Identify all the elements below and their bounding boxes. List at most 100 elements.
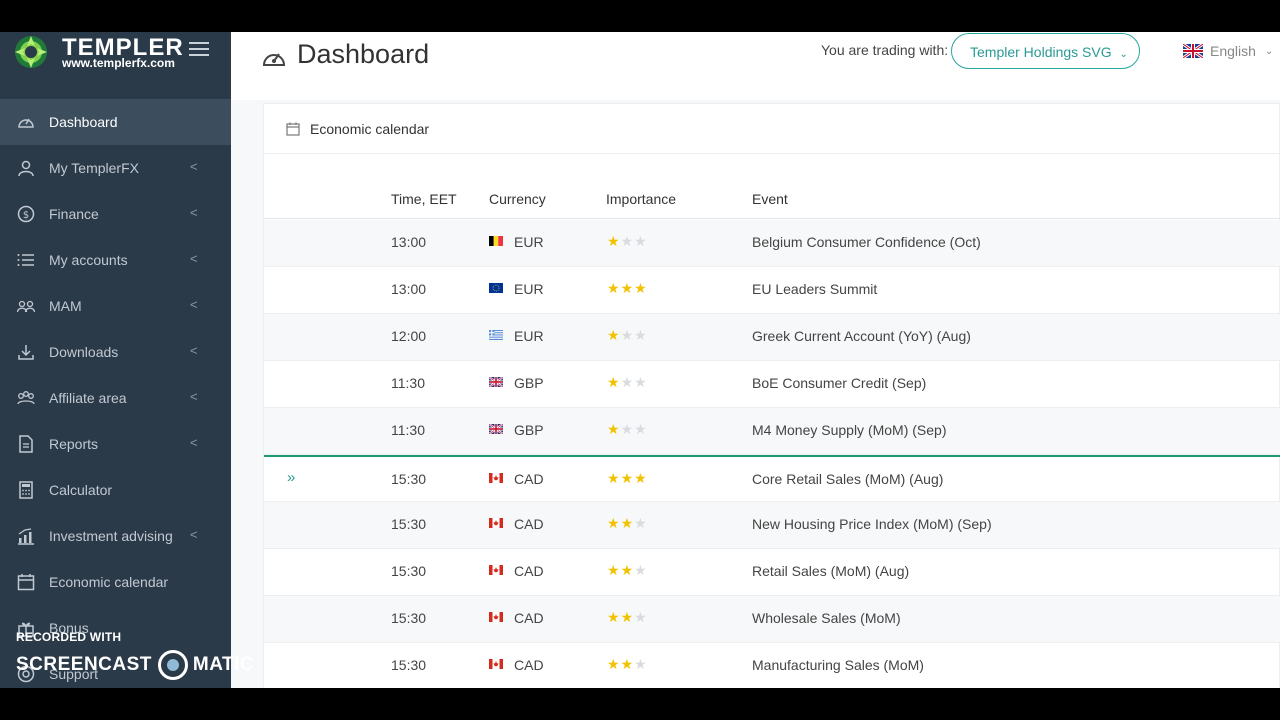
chevron-left-icon: < — [190, 343, 198, 358]
sidebar-item-calculator[interactable]: Calculator — [0, 467, 231, 513]
svg-text:$: $ — [23, 210, 29, 221]
row-time: 15:30 — [391, 516, 427, 532]
table-row[interactable]: 13:00 EUR ★★★ EU Leaders Summit — [264, 267, 1280, 314]
sidebar-item-label: Economic calendar — [49, 574, 169, 590]
row-event: Greek Current Account (YoY) (Aug) — [752, 328, 971, 344]
belgium-flag-icon — [489, 236, 503, 246]
importance-stars: ★★★ — [607, 470, 648, 487]
current-row-marker: » — [287, 469, 296, 486]
chevron-left-icon: < — [190, 205, 198, 220]
star-icon: ★ — [634, 327, 648, 343]
star-icon: ★ — [634, 374, 648, 390]
column-currency: Currency — [489, 191, 546, 207]
table-header: Time, EET Currency Importance Event — [264, 184, 1280, 219]
row-currency: EUR — [514, 281, 544, 297]
brand-url: www.templerfx.com — [62, 56, 175, 70]
brand[interactable]: TEMPLER www.templerfx.com — [0, 32, 231, 100]
list-icon — [17, 254, 34, 266]
sidebar-item-downloads[interactable]: Downloads < — [0, 329, 231, 375]
table-row[interactable]: 12:00 EUR ★★★ Greek Current Account (YoY) (… — [264, 314, 1280, 361]
sidebar-item-reports[interactable]: Reports < — [0, 421, 231, 467]
star-icon: ★ — [607, 233, 621, 249]
broker-select-value: Templer Holdings SVG — [970, 44, 1112, 60]
sidebar-item-label: My accounts — [49, 252, 128, 268]
canada-flag-icon — [489, 659, 503, 669]
row-time: 15:30 — [391, 563, 427, 579]
sidebar-item-my-templerfx[interactable]: My TemplerFX < — [0, 145, 231, 191]
star-icon: ★ — [620, 327, 635, 343]
sidebar-item-mam[interactable]: MAM < — [0, 283, 231, 329]
sidebar-item-my-accounts[interactable]: My accounts < — [0, 237, 231, 283]
row-time: 13:00 — [391, 281, 427, 297]
star-icon: ★ — [607, 609, 621, 625]
screencast-logo-icon — [157, 650, 188, 680]
star-icon: ★ — [607, 374, 621, 390]
group-icon — [17, 300, 35, 313]
row-currency: EUR — [514, 234, 544, 250]
page-title: Dashboard — [297, 39, 430, 69]
star-icon: ★ — [634, 562, 648, 578]
sidebar-item-investment-advising[interactable]: Investment advising < — [0, 513, 231, 559]
importance-stars: ★★★ — [607, 327, 648, 344]
chevron-left-icon: < — [190, 251, 198, 266]
sidebar-item-label: Reports — [49, 436, 99, 452]
calendar-icon — [17, 574, 35, 591]
menu-toggle-icon[interactable] — [189, 42, 209, 58]
table-row[interactable]: 11:30 GBP ★★★ BoE Consumer Credit (Sep) — [264, 361, 1280, 408]
star-icon: ★ — [620, 609, 635, 625]
sidebar: TEMPLER www.templerfx.com Dashboard My Te… — [0, 32, 254, 688]
sidebar-item-affiliate-area[interactable]: Affiliate area < — [0, 375, 231, 421]
sidebar-item-label: Calculator — [49, 482, 113, 498]
row-time: 11:30 — [391, 375, 425, 391]
chevron-down-icon: ⌄ — [1264, 45, 1274, 57]
sidebar-item-dashboard[interactable]: Dashboard — [0, 99, 231, 145]
star-icon: ★ — [620, 562, 635, 578]
row-time: 15:30 — [391, 610, 427, 626]
star-icon: ★ — [620, 374, 635, 390]
greece-flag-icon — [489, 330, 503, 340]
table-row[interactable]: » 15:30 CAD ★★★ Core Retail Sales (MoM) (Aug… — [264, 455, 1280, 502]
uk-flag-icon — [1183, 44, 1203, 58]
importance-stars: ★★★ — [607, 609, 648, 626]
row-time: 15:30 — [391, 471, 427, 487]
user-icon — [18, 160, 34, 177]
star-icon: ★ — [620, 233, 635, 249]
broker-select[interactable]: Templer Holdings SVG ⌄ — [951, 33, 1140, 69]
sidebar-item-finance[interactable]: $ Finance < — [0, 191, 231, 237]
table-row[interactable]: 15:30 CAD ★★★ Manufacturing Sales (MoM) — [264, 643, 1280, 688]
row-currency: CAD — [514, 516, 544, 532]
chevron-left-icon: < — [190, 159, 198, 174]
chevron-down-icon: ⌄ — [1119, 49, 1128, 60]
table-row[interactable]: 15:30 CAD ★★★ Wholesale Sales (MoM) — [264, 596, 1280, 643]
row-event: BoE Consumer Credit (Sep) — [752, 375, 927, 391]
watermark-screencast: SCREENCAST — [16, 654, 152, 675]
canada-flag-icon — [489, 518, 503, 528]
importance-stars: ★★★ — [607, 656, 648, 673]
eu-flag-icon — [489, 283, 503, 293]
uk-flag-icon — [489, 424, 503, 434]
download-icon — [18, 345, 34, 360]
table-row[interactable]: 13:00 EUR ★★★ Belgium Consumer Confidence (… — [264, 220, 1280, 267]
dashboard-gauge-icon — [262, 53, 286, 66]
sidebar-item-economic-calendar[interactable]: Economic calendar — [0, 559, 231, 605]
row-event: Core Retail Sales (MoM) (Aug) — [752, 471, 944, 487]
language-select[interactable]: English ⌄ — [1183, 43, 1273, 59]
row-currency: CAD — [514, 657, 544, 673]
report-icon — [19, 435, 33, 453]
row-time: 13:00 — [391, 234, 427, 250]
chevron-left-icon: < — [190, 297, 198, 312]
star-icon: ★ — [620, 280, 635, 296]
watermark-matic: MATIC — [192, 654, 255, 675]
language-value: English — [1210, 43, 1256, 59]
importance-stars: ★★★ — [607, 515, 648, 532]
table-row[interactable]: 15:30 CAD ★★★ Retail Sales (MoM) (Aug) — [264, 549, 1280, 596]
sidebar-item-label: Dashboard — [49, 114, 118, 130]
star-icon: ★ — [620, 656, 635, 672]
star-icon: ★ — [607, 656, 621, 672]
trading-with-label: You are trading with: — [821, 42, 949, 58]
panel-title: Economic calendar — [310, 121, 430, 137]
sidebar-item-label: MAM — [49, 298, 82, 314]
calculator-icon — [19, 481, 33, 499]
table-row[interactable]: 11:30 GBP ★★★ M4 Money Supply (MoM) (Sep) — [264, 408, 1280, 455]
table-row[interactable]: 15:30 CAD ★★★ New Housing Price Index (MoM)… — [264, 502, 1280, 549]
